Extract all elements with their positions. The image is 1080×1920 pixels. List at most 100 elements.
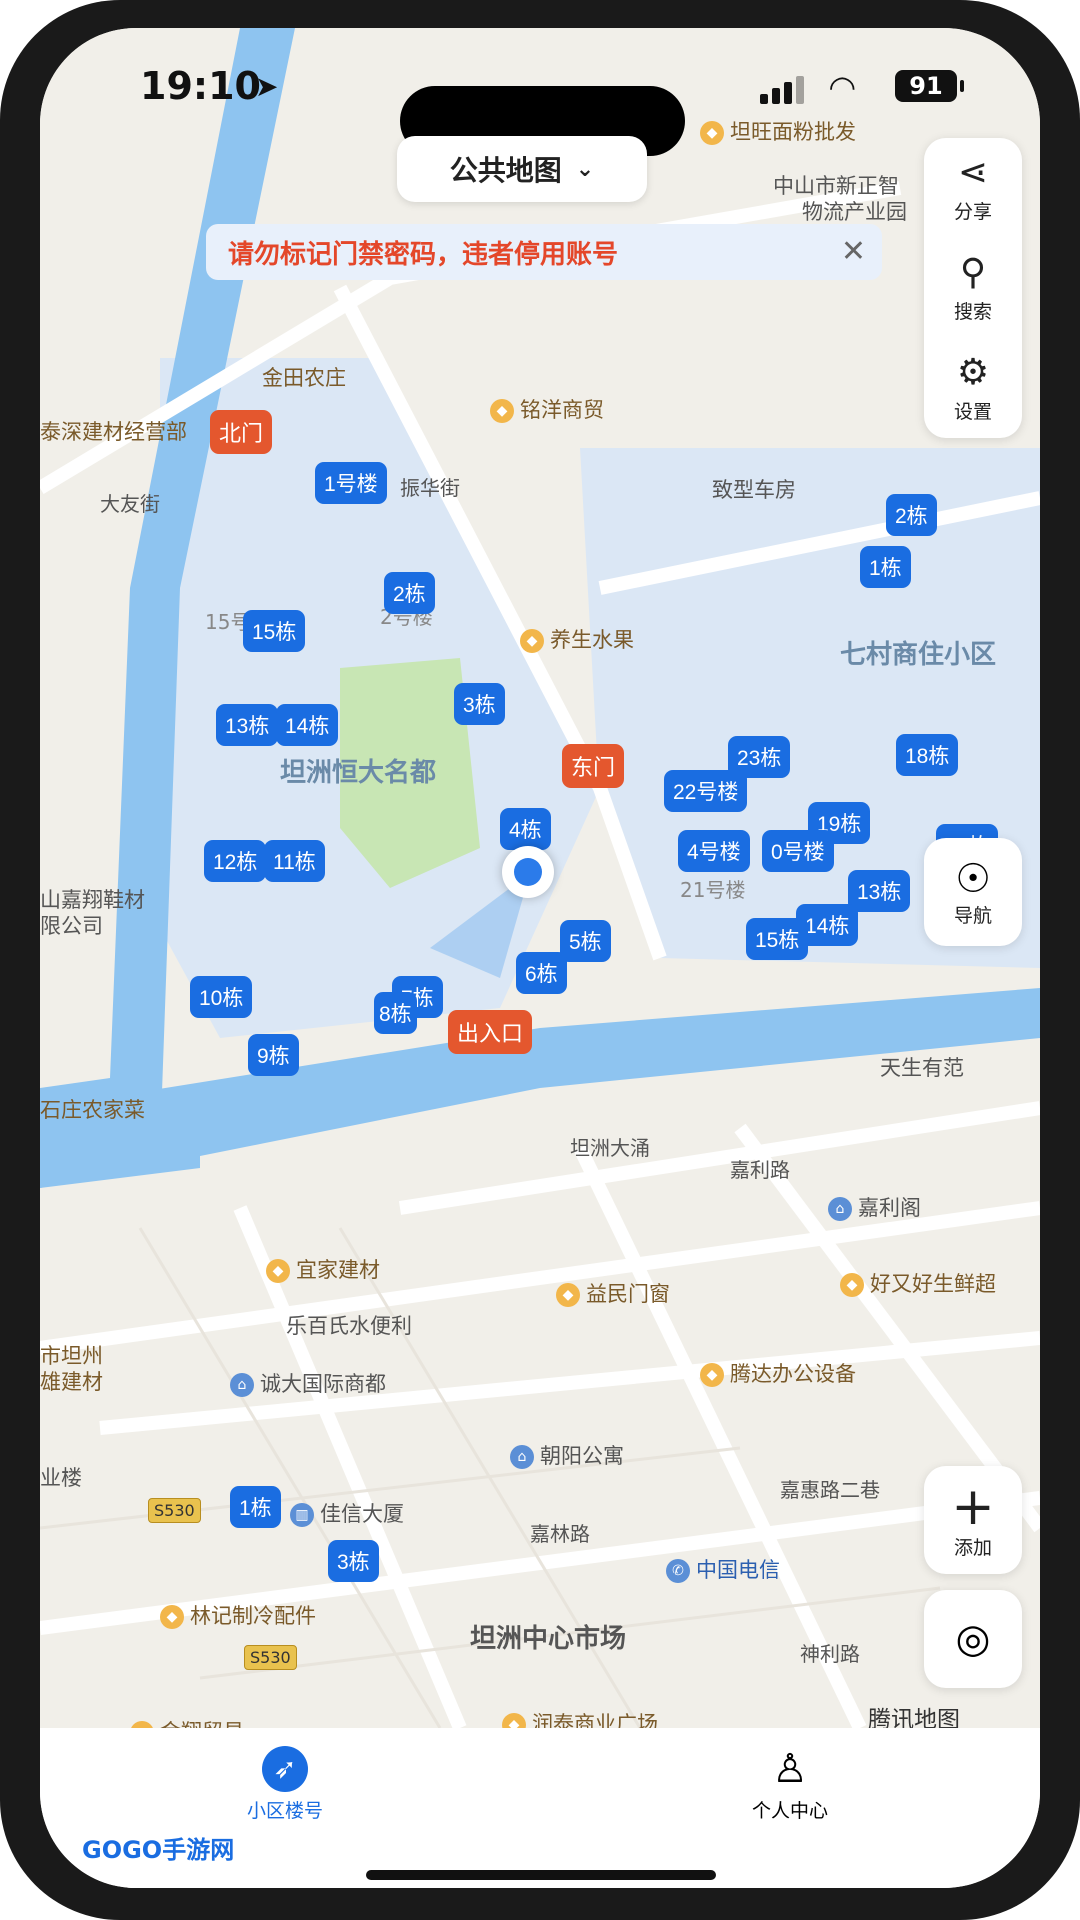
map-type-selector[interactable]: 公共地图 ⌄	[397, 136, 647, 202]
poi-label: 乐百氏水便利	[286, 1314, 412, 1338]
poi-label: 诚大国际商都	[260, 1372, 386, 1396]
poi-label: 致型车房	[712, 478, 796, 502]
building-icon: ⌂	[230, 1373, 254, 1397]
compass-icon: ➶	[262, 1746, 308, 1792]
wifi-icon: ◠	[830, 68, 855, 106]
poi-marker[interactable]: ◆ 铭洋商贸	[490, 394, 604, 424]
search-button[interactable]: ⚲ 搜索	[924, 238, 1022, 338]
poi-marker[interactable]: ◆ 好又好生鲜超	[840, 1268, 996, 1298]
gate-label[interactable]: 北门	[210, 410, 273, 454]
building-label[interactable]: 15栋	[243, 610, 306, 652]
poi-marker[interactable]: ◆ 坦旺面粉批发	[700, 116, 856, 146]
building-label[interactable]: 14栋	[276, 704, 339, 746]
gate-label[interactable]: 东门	[562, 744, 625, 788]
poi-label: 嘉利阁	[858, 1196, 921, 1220]
share-label: 分享	[953, 200, 992, 223]
building-label[interactable]: 4栋	[500, 808, 551, 850]
poi-marker[interactable]: ◆ 腾达办公设备	[700, 1358, 856, 1388]
tab-label: 个人中心	[751, 1800, 828, 1822]
building-icon: ⌂	[828, 1197, 852, 1221]
poi-marker[interactable]: ◆ 益民门窗	[556, 1278, 670, 1308]
building-label[interactable]: 15栋	[746, 918, 809, 960]
area-label: 七村商住小区	[840, 640, 997, 670]
building-label[interactable]: 9栋	[248, 1034, 299, 1076]
add-label: 添加	[953, 1536, 992, 1559]
watermark: GOGO手游网	[82, 1836, 235, 1864]
close-icon[interactable]: ✕	[841, 234, 866, 269]
poi-label: 佳信大厦	[320, 1502, 404, 1526]
shop-icon: ◆	[266, 1259, 290, 1283]
poi-marker[interactable]: ◆ 宜家建材	[266, 1254, 380, 1284]
poi-label: 铭洋商贸	[520, 398, 604, 422]
poi-marker[interactable]: ⌂ 诚大国际商都	[230, 1368, 386, 1398]
poi-label: 腾达办公设备	[730, 1362, 856, 1386]
building-label[interactable]: 2栋	[384, 572, 435, 614]
road-label: 神利路	[800, 1642, 860, 1666]
building-label[interactable]: 10栋	[190, 976, 253, 1018]
poi-label: 金田农庄	[262, 366, 346, 390]
road-label: 振华街	[400, 476, 460, 500]
poi-marker[interactable]: ⌂ 朝阳公寓	[510, 1440, 624, 1470]
building-label[interactable]: 22号楼	[664, 770, 748, 812]
building-label[interactable]: 1栋	[230, 1486, 281, 1528]
building-label[interactable]: 2栋	[886, 494, 937, 536]
building-label[interactable]: 11栋	[264, 840, 325, 882]
settings-label: 设置	[953, 400, 992, 423]
map-view[interactable]: 坦洲恒大名都 七村商住小区 坦洲中心市场 ◆ 坦旺面粉批发 中山市新正智 物流产业…	[40, 28, 1040, 1745]
poi-marker[interactable]: ⌂ 嘉利阁	[828, 1192, 921, 1222]
poi-label: 泰深建材经营部	[40, 420, 187, 444]
poi-marker[interactable]: 金田农庄	[262, 362, 346, 392]
building-label[interactable]: 8栋	[374, 992, 417, 1034]
search-icon: ⚲	[959, 251, 987, 293]
poi-marker[interactable]: ▥ 佳信大厦	[290, 1498, 404, 1528]
share-icon: ⋖	[957, 151, 989, 193]
road-label: 大友街	[100, 492, 160, 516]
tab-profile[interactable]: ♙ 个人中心	[710, 1746, 870, 1823]
poi-marker[interactable]: ✆ 中国电信	[666, 1554, 780, 1584]
shop-icon: ◆	[556, 1283, 580, 1307]
tab-label: 小区楼号	[246, 1800, 323, 1822]
poi-label: 石庄农家菜	[40, 1098, 145, 1122]
building-label[interactable]: 13栋	[848, 870, 911, 912]
building-label[interactable]: 1栋	[860, 546, 911, 588]
building-label[interactable]: 5栋	[560, 920, 611, 962]
highway-shield: S530	[244, 1645, 297, 1670]
shop-icon: ◆	[490, 399, 514, 423]
road-label: 嘉利路	[730, 1158, 790, 1182]
road-label: 嘉林路	[530, 1522, 590, 1546]
building-label[interactable]: 0号楼	[762, 830, 834, 872]
road-label: 坦洲大涌	[570, 1136, 650, 1160]
settings-button[interactable]: ⚙ 设置	[924, 338, 1022, 438]
poi-label: 好又好生鲜超	[870, 1272, 996, 1296]
shop-icon: ◆	[160, 1605, 184, 1629]
building-label[interactable]: 18栋	[896, 734, 959, 776]
crosshair-icon: ◎	[955, 1616, 991, 1662]
side-toolbar: ⋖ 分享 ⚲ 搜索 ⚙ 设置	[924, 138, 1022, 438]
poi-label: 林记制冷配件	[190, 1604, 316, 1628]
building-label[interactable]: 13栋	[216, 704, 279, 746]
building-label[interactable]: 1号楼	[315, 462, 387, 504]
tab-buildings[interactable]: ➶ 小区楼号	[205, 1746, 365, 1823]
highway-shield: S530	[148, 1498, 201, 1523]
gate-label[interactable]: 出入口	[448, 1010, 533, 1054]
shop-icon: ◆	[700, 1363, 724, 1387]
chevron-down-icon: ⌄	[575, 156, 595, 182]
footprint-icon: ☉	[955, 855, 991, 902]
add-button[interactable]: + 添加	[924, 1466, 1022, 1574]
poi-marker[interactable]: ◆ 养生水果	[520, 624, 634, 654]
building-label[interactable]: 6栋	[516, 952, 567, 994]
building-label[interactable]: 3栋	[328, 1540, 379, 1582]
location-arrow-icon: ➤	[255, 70, 279, 103]
building-label[interactable]: 3栋	[454, 683, 505, 725]
shop-icon: ◆	[840, 1273, 864, 1297]
building-label[interactable]: 4号楼	[678, 830, 750, 872]
building-label[interactable]: 12栋	[204, 840, 267, 882]
poi-marker[interactable]: ◆ 林记制冷配件	[160, 1600, 316, 1630]
poi-label: 业楼	[40, 1466, 82, 1490]
locate-me-button[interactable]: ◎	[924, 1590, 1022, 1688]
navigation-button[interactable]: ☉ 导航	[924, 838, 1022, 946]
shop-icon: ◆	[520, 629, 544, 653]
share-button[interactable]: ⋖ 分享	[924, 138, 1022, 238]
home-indicator	[366, 1870, 716, 1880]
map-type-label: 公共地图	[449, 154, 562, 187]
